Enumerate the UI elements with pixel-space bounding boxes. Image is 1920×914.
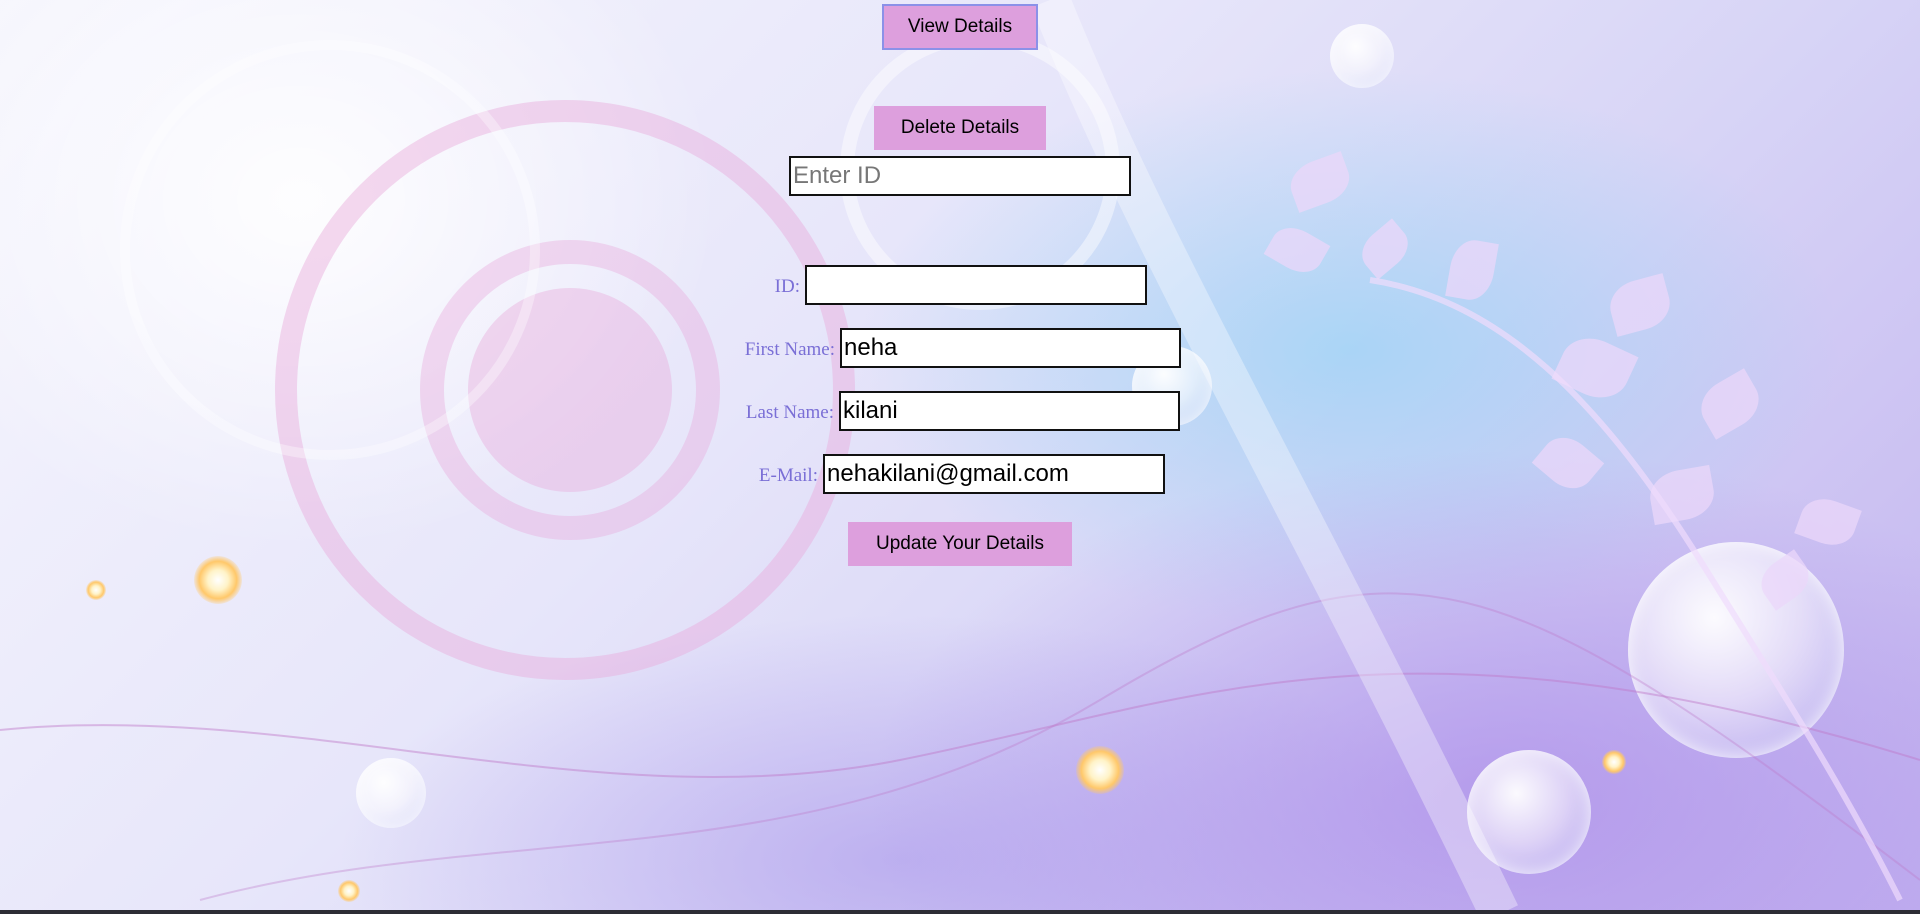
delete-details-button[interactable]: Delete Details <box>874 106 1046 150</box>
id-field[interactable] <box>805 265 1147 305</box>
view-details-button[interactable]: View Details <box>882 4 1038 50</box>
bottom-edge-bar <box>0 910 1920 914</box>
last-name-field[interactable] <box>839 391 1180 431</box>
first-name-label: First Name: <box>744 339 835 360</box>
email-field[interactable] <box>823 454 1165 494</box>
first-name-field[interactable] <box>840 328 1181 368</box>
main-content: View Details Delete Details ID: First Na… <box>0 0 1920 914</box>
id-label: ID: <box>774 276 800 297</box>
last-name-label: Last Name: <box>745 402 834 423</box>
email-label: E-Mail: <box>758 465 818 486</box>
update-details-button[interactable]: Update Your Details <box>848 522 1072 566</box>
delete-id-input[interactable] <box>789 156 1131 196</box>
